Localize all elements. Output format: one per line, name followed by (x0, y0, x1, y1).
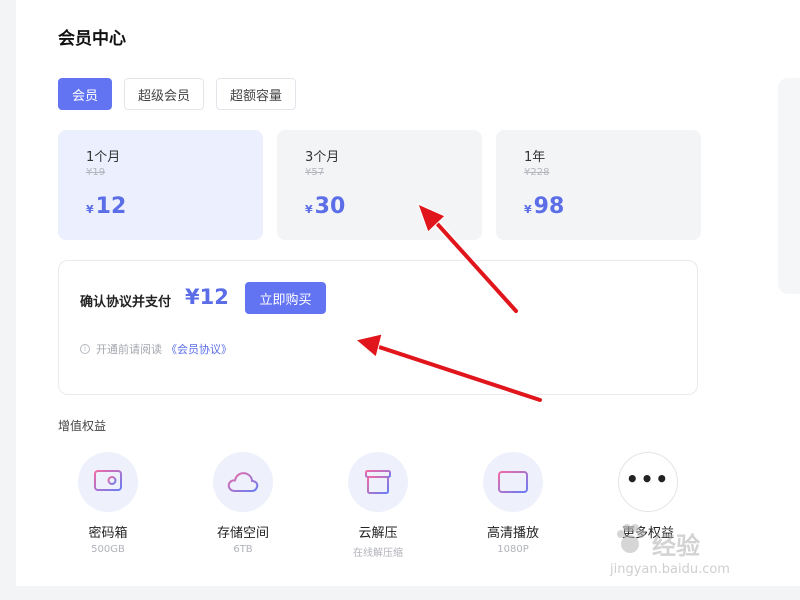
cloud-icon (213, 452, 273, 512)
plan-price-value: 98 (533, 194, 565, 219)
plan-duration: 1个月 (86, 150, 121, 165)
benefit-desc: 1080P (497, 544, 529, 555)
plan-price-value: 30 (314, 194, 346, 219)
payment-label: 确认协议并支付 (80, 295, 172, 310)
archive-icon (348, 452, 408, 512)
left-rail (0, 0, 16, 600)
plan-price: ¥ 98 (524, 194, 564, 219)
plan-card-1-year[interactable]: 1年 ¥228 ¥ 98 (496, 130, 701, 240)
plan-card-3-months[interactable]: 3个月 ¥57 ¥ 30 (277, 130, 482, 240)
watermark-url: jingyan.baidu.com (610, 562, 730, 577)
plan-card-1-month[interactable]: 1个月 ¥19 ¥ 12 (58, 130, 263, 240)
plan-price-currency: ¥ (86, 203, 94, 216)
page-title: 会员中心 (58, 29, 126, 49)
membership-tabs: 会员 超级会员 超额容量 (58, 78, 297, 110)
benefit-desc: 在线解压缩 (353, 548, 403, 559)
benefit-name: 云解压 (358, 526, 398, 541)
plan-duration: 1年 (524, 150, 546, 165)
benefit-name: 高清播放 (486, 526, 539, 541)
baidu-paw-logo (617, 524, 645, 553)
payment-amount: ¥12 (185, 285, 229, 309)
notice-text: 开通前请阅读 (96, 343, 162, 356)
benefit-hd-playback[interactable]: 高清播放 1080P (458, 452, 568, 555)
benefit-desc: 6TB (233, 544, 253, 555)
plan-price: ¥ 30 (305, 194, 345, 219)
benefits-section-title: 增值权益 (58, 419, 107, 433)
right-side-panel (778, 78, 800, 294)
benefit-storage[interactable]: 存储空间 6TB (188, 452, 298, 555)
watermark: 经验 jingyan.baidu.com (610, 520, 770, 584)
benefit-cloud-unzip[interactable]: 云解压 在线解压缩 (323, 452, 433, 559)
plan-price: ¥ 12 (86, 194, 126, 219)
plan-duration: 3个月 (305, 150, 340, 165)
agreement-notice: i 开通前请阅读 《会员协议》 (80, 341, 232, 357)
tab-super-member[interactable]: 超级会员 (124, 78, 205, 110)
bottom-strip (0, 586, 800, 600)
payment-panel: 确认协议并支付 ¥12 立即购买 i 开通前请阅读 《会员协议》 (58, 260, 698, 395)
plan-original-price: ¥57 (305, 167, 325, 178)
benefit-name: 密码箱 (88, 526, 128, 541)
info-icon: i (80, 344, 90, 354)
tab-member[interactable]: 会员 (58, 78, 113, 110)
buy-now-button[interactable]: 立即购买 (245, 282, 326, 314)
plan-original-price: ¥19 (86, 167, 106, 178)
plan-list: 1个月 ¥19 ¥ 12 3个月 ¥57 ¥ 30 1年 ¥228 ¥ 98 (58, 130, 701, 240)
safe-icon (78, 452, 138, 512)
benefit-safe-box[interactable]: 密码箱 500GB (53, 452, 163, 555)
more-dots-icon: ••• (618, 452, 678, 512)
benefit-name: 存储空间 (216, 526, 269, 541)
plan-original-price: ¥228 (524, 167, 550, 178)
plan-price-currency: ¥ (305, 203, 313, 216)
plan-price-currency: ¥ (524, 203, 532, 216)
plan-price-value: 12 (95, 194, 127, 219)
benefit-desc: 500GB (91, 544, 125, 555)
member-agreement-link[interactable]: 《会员协议》 (166, 341, 232, 357)
watermark-brand: 经验 (652, 532, 700, 560)
tab-extra-capacity[interactable]: 超额容量 (216, 78, 297, 110)
card-icon (483, 452, 543, 512)
